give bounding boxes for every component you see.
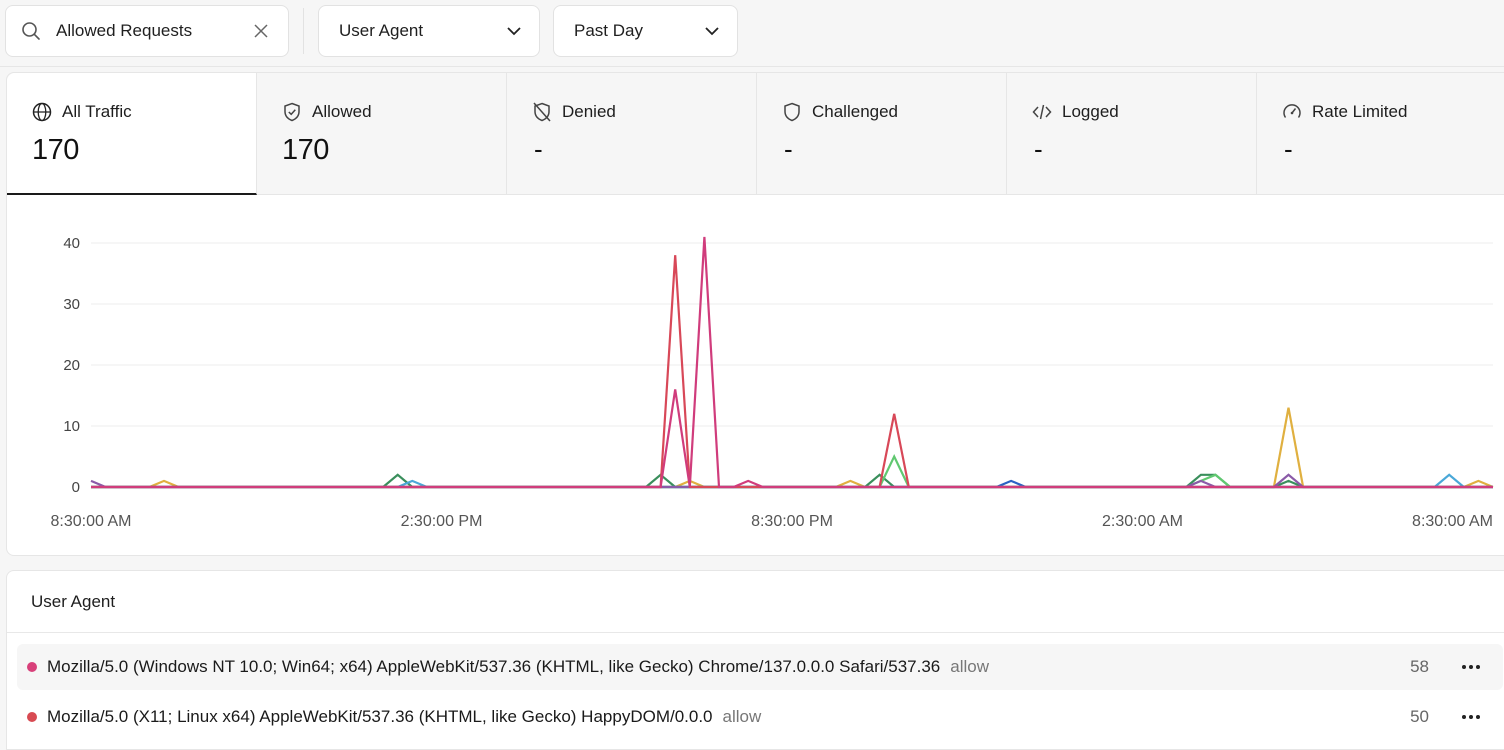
search-icon (20, 20, 42, 42)
filter-bar: Allowed Requests User Agent Past Day (0, 0, 1504, 67)
divider (0, 66, 1504, 67)
time-range-label: Past Day (574, 21, 643, 40)
x-tick-label: 8:30:00 AM (51, 513, 132, 530)
group-by-select[interactable]: User Agent (318, 5, 540, 57)
user-agent-string: Mozilla/5.0 (Windows NT 10.0; Win64; x64… (47, 657, 941, 676)
traffic-line-chart: 0 10 20 30 40 8:30:00 AM 2:30:00 PM 8:30:00 PM 2… (51, 235, 1494, 530)
y-tick-label: 30 (63, 296, 80, 313)
x-tick-label: 2:30:00 PM (401, 513, 483, 530)
stat-value: - (1284, 134, 1293, 164)
stat-label: All Traffic (62, 102, 132, 121)
chevron-down-icon (505, 22, 523, 40)
tab-denied[interactable]: Denied - (507, 73, 757, 195)
gauge-icon (1282, 102, 1302, 122)
request-count: 50 (1410, 707, 1429, 726)
search-value[interactable]: Allowed Requests (56, 21, 250, 41)
y-tick-label: 20 (63, 357, 80, 374)
y-tick-label: 0 (72, 479, 80, 496)
stat-label: Rate Limited (1312, 102, 1408, 121)
tab-all-traffic[interactable]: All Traffic 170 (7, 73, 257, 195)
traffic-stat-tabs: All Traffic 170 Allowed 170 Denied - Cha… (6, 72, 1504, 196)
shield-check-icon (282, 102, 302, 122)
table-row[interactable]: Mozilla/5.0 (X11; Linux x64) AppleWebKit… (17, 694, 1503, 740)
chevron-down-icon (703, 22, 721, 40)
y-tick-label: 10 (63, 418, 80, 435)
stat-value: 170 (282, 134, 329, 166)
action-label: allow (722, 707, 762, 726)
stat-label: Denied (562, 102, 616, 121)
stat-value: - (534, 134, 543, 164)
stat-value: - (784, 134, 793, 164)
traffic-chart-card: 0 10 20 30 40 8:30:00 AM 2:30:00 PM 8:30:00 PM 2… (6, 195, 1504, 556)
tab-rate-limited[interactable]: Rate Limited - (1257, 73, 1504, 195)
more-options-icon[interactable] (1457, 707, 1485, 727)
x-tick-label: 8:30:00 AM (1412, 513, 1493, 530)
shield-off-icon (532, 102, 552, 122)
shield-icon (782, 102, 802, 122)
group-by-label: User Agent (339, 21, 424, 40)
stat-label: Logged (1062, 102, 1119, 121)
time-range-select[interactable]: Past Day (553, 5, 738, 57)
action-label: allow (950, 657, 989, 676)
search-field[interactable]: Allowed Requests (5, 5, 289, 57)
series-color-dot (27, 662, 37, 672)
tab-challenged[interactable]: Challenged - (757, 73, 1007, 195)
x-tick-label: 2:30:00 AM (1102, 513, 1183, 530)
user-agent-string: Mozilla/5.0 (X11; Linux x64) AppleWebKit… (47, 707, 713, 726)
stat-label: Allowed (312, 102, 372, 121)
stat-value: - (1034, 134, 1043, 164)
series-line-5[interactable] (90, 473, 1493, 489)
code-icon (1032, 102, 1052, 122)
series-line-6[interactable] (91, 255, 1493, 489)
y-tick-label: 40 (63, 235, 80, 252)
globe-icon (32, 102, 52, 122)
x-tick-label: 8:30:00 PM (751, 513, 833, 530)
section-title: User Agent (7, 571, 1504, 633)
close-icon[interactable] (250, 20, 272, 42)
more-options-icon[interactable] (1457, 657, 1485, 677)
request-count: 58 (1410, 657, 1429, 676)
user-agent-table: User Agent Mozilla/5.0 (Windows NT 10.0;… (6, 570, 1504, 750)
divider (303, 8, 304, 54)
stat-value: 170 (32, 134, 79, 166)
series-line-0[interactable] (91, 407, 1494, 489)
tab-logged[interactable]: Logged - (1007, 73, 1257, 195)
series-line-7[interactable] (91, 236, 1493, 489)
tab-allowed[interactable]: Allowed 170 (257, 73, 507, 195)
stat-label: Challenged (812, 102, 899, 121)
series-color-dot (27, 712, 37, 722)
table-row[interactable]: Mozilla/5.0 (Windows NT 10.0; Win64; x64… (17, 644, 1503, 690)
